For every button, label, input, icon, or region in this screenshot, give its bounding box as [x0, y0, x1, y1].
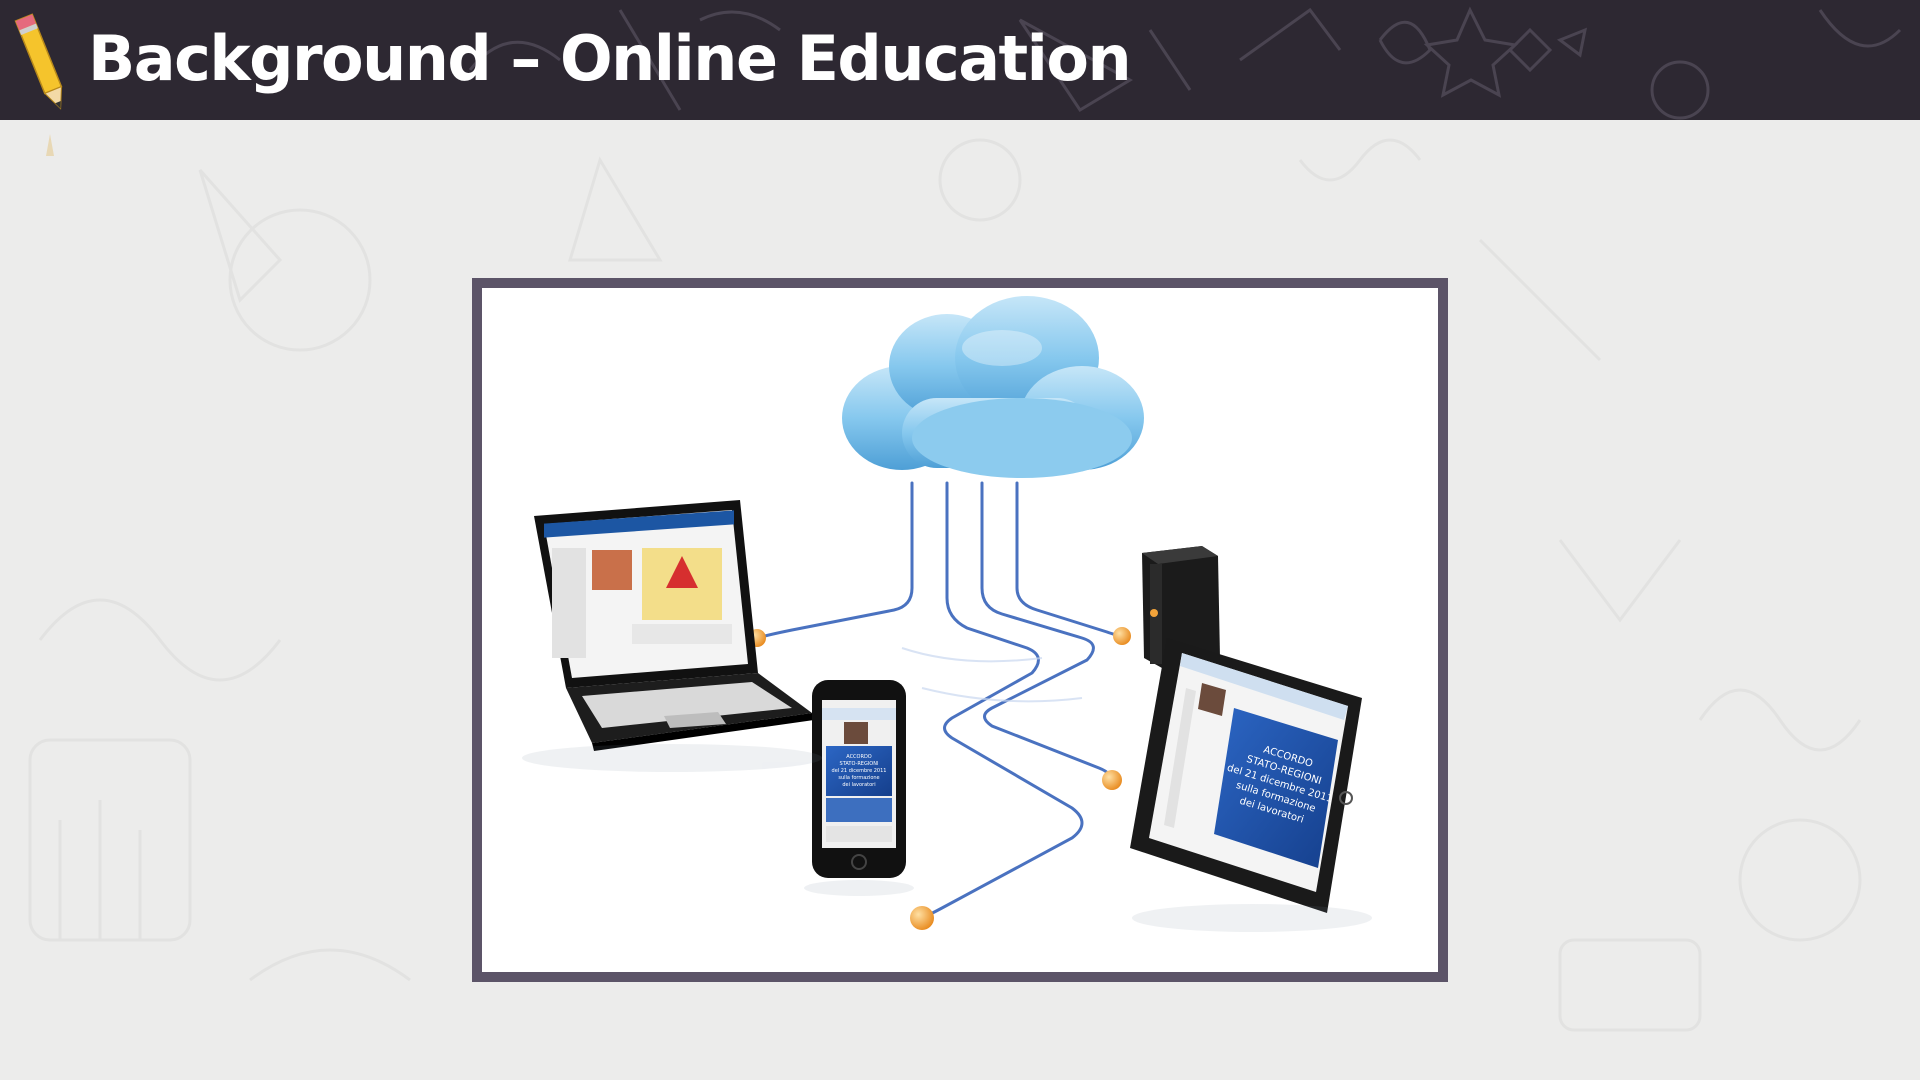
phone-line: del 21 dicembre 2011: [832, 768, 887, 774]
connection-node: [1113, 627, 1131, 645]
slide: Background – Online Education ACCORDO ST…: [0, 0, 1920, 1080]
phone-line: dei lavoratori: [842, 782, 875, 788]
image-frame: ACCORDO STATO-REGIONI del 21 dicembre 20…: [472, 278, 1448, 982]
connection-node: [910, 906, 934, 930]
connection-node: [1102, 770, 1122, 790]
phone-line: ACCORDO: [846, 754, 872, 760]
connection-nodes: [748, 627, 1131, 930]
pencil-shadow-icon: [46, 134, 54, 156]
phone-line: STATO-REGIONI: [840, 761, 879, 767]
cloud-devices-illustration: ACCORDO STATO-REGIONI del 21 dicembre 20…: [482, 288, 1438, 972]
pencil-icon: [14, 13, 63, 110]
header-bar: Background – Online Education: [0, 0, 1920, 120]
phone-line: sulla formazione: [838, 775, 879, 781]
slide-title: Background – Online Education: [88, 22, 1132, 95]
laptop-icon: [534, 500, 814, 751]
cloud-icon: [842, 296, 1144, 478]
